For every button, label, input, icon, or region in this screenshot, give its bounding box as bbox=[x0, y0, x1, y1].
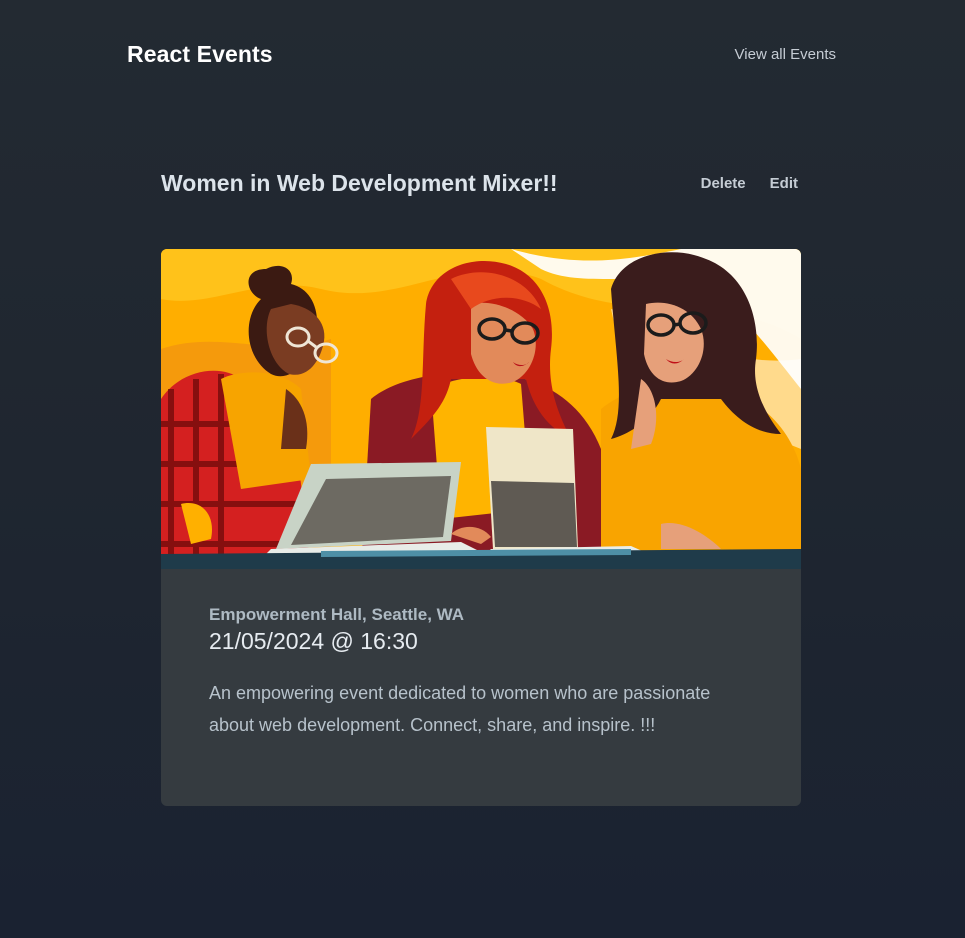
event-title: Women in Web Development Mixer!! bbox=[161, 169, 558, 196]
edit-button[interactable]: Edit bbox=[770, 175, 798, 192]
view-all-events-link[interactable]: View all Events bbox=[735, 46, 836, 63]
event-header: Women in Web Development Mixer!! Delete … bbox=[161, 166, 801, 200]
top-nav: React Events View all Events bbox=[127, 36, 836, 72]
event-datetime: 21/05/2024 @ 16:30 bbox=[209, 628, 418, 654]
event-actions: Delete Edit bbox=[701, 175, 801, 192]
delete-button[interactable]: Delete bbox=[701, 175, 746, 192]
event-card: Empowerment Hall, Seattle, WA 21/05/2024… bbox=[161, 249, 801, 806]
event-hero-illustration bbox=[161, 249, 801, 569]
brand-logo-text[interactable]: React Events bbox=[127, 41, 273, 68]
event-description: An empowering event dedicated to women w… bbox=[209, 683, 711, 735]
event-details: Empowerment Hall, Seattle, WA 21/05/2024… bbox=[161, 569, 801, 741]
event-location: Empowerment Hall, Seattle, WA bbox=[209, 605, 465, 624]
